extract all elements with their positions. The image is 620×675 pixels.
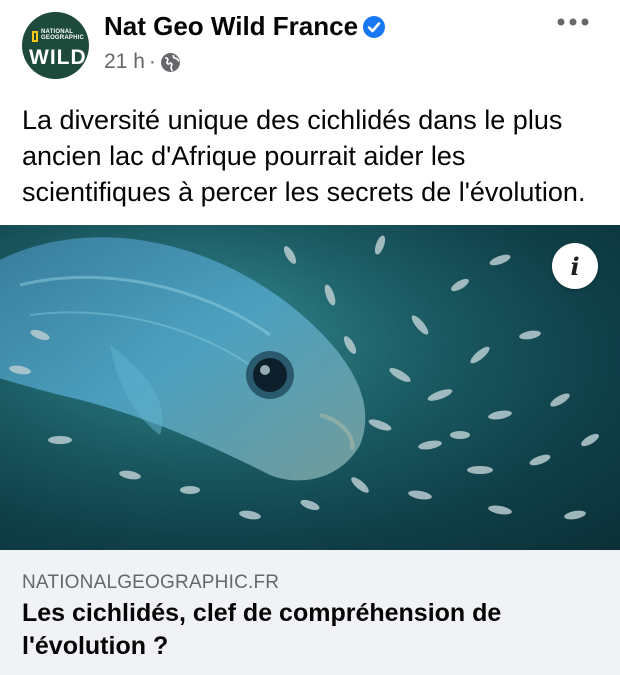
post-header: NATIONAL GEOGRAPHIC WILD Nat Geo Wild Fr…	[0, 0, 620, 92]
more-options-icon[interactable]	[556, 12, 590, 32]
link-domain: NATIONALGEOGRAPHIC.FR	[22, 572, 280, 593]
avatar-main-text: WILD	[29, 46, 87, 69]
info-button[interactable]: i	[552, 243, 598, 289]
page-avatar[interactable]: NATIONAL GEOGRAPHIC WILD	[22, 12, 89, 79]
page-name-link[interactable]: Nat Geo Wild France	[104, 11, 358, 42]
verified-badge-icon	[363, 16, 385, 38]
meta-separator: ·	[148, 50, 156, 73]
nat-geo-logo-icon	[32, 31, 38, 42]
cichlid-fish-illustration	[0, 225, 620, 550]
globe-icon	[160, 52, 180, 72]
avatar-small-text: NATIONAL GEOGRAPHIC	[41, 29, 85, 41]
post-image[interactable]	[0, 225, 620, 550]
link-preview[interactable]: NATIONALGEOGRAPHIC.FR Les cichlidés, cle…	[0, 550, 620, 675]
link-title: Les cichlidés, clef de compréhension de …	[22, 599, 502, 660]
post-timestamp[interactable]: 21 h	[104, 50, 145, 74]
info-icon: i	[570, 251, 580, 281]
post-meta: 21 h ·	[104, 50, 181, 74]
post-text: La diversité unique des cichlidés dans l…	[22, 105, 586, 207]
